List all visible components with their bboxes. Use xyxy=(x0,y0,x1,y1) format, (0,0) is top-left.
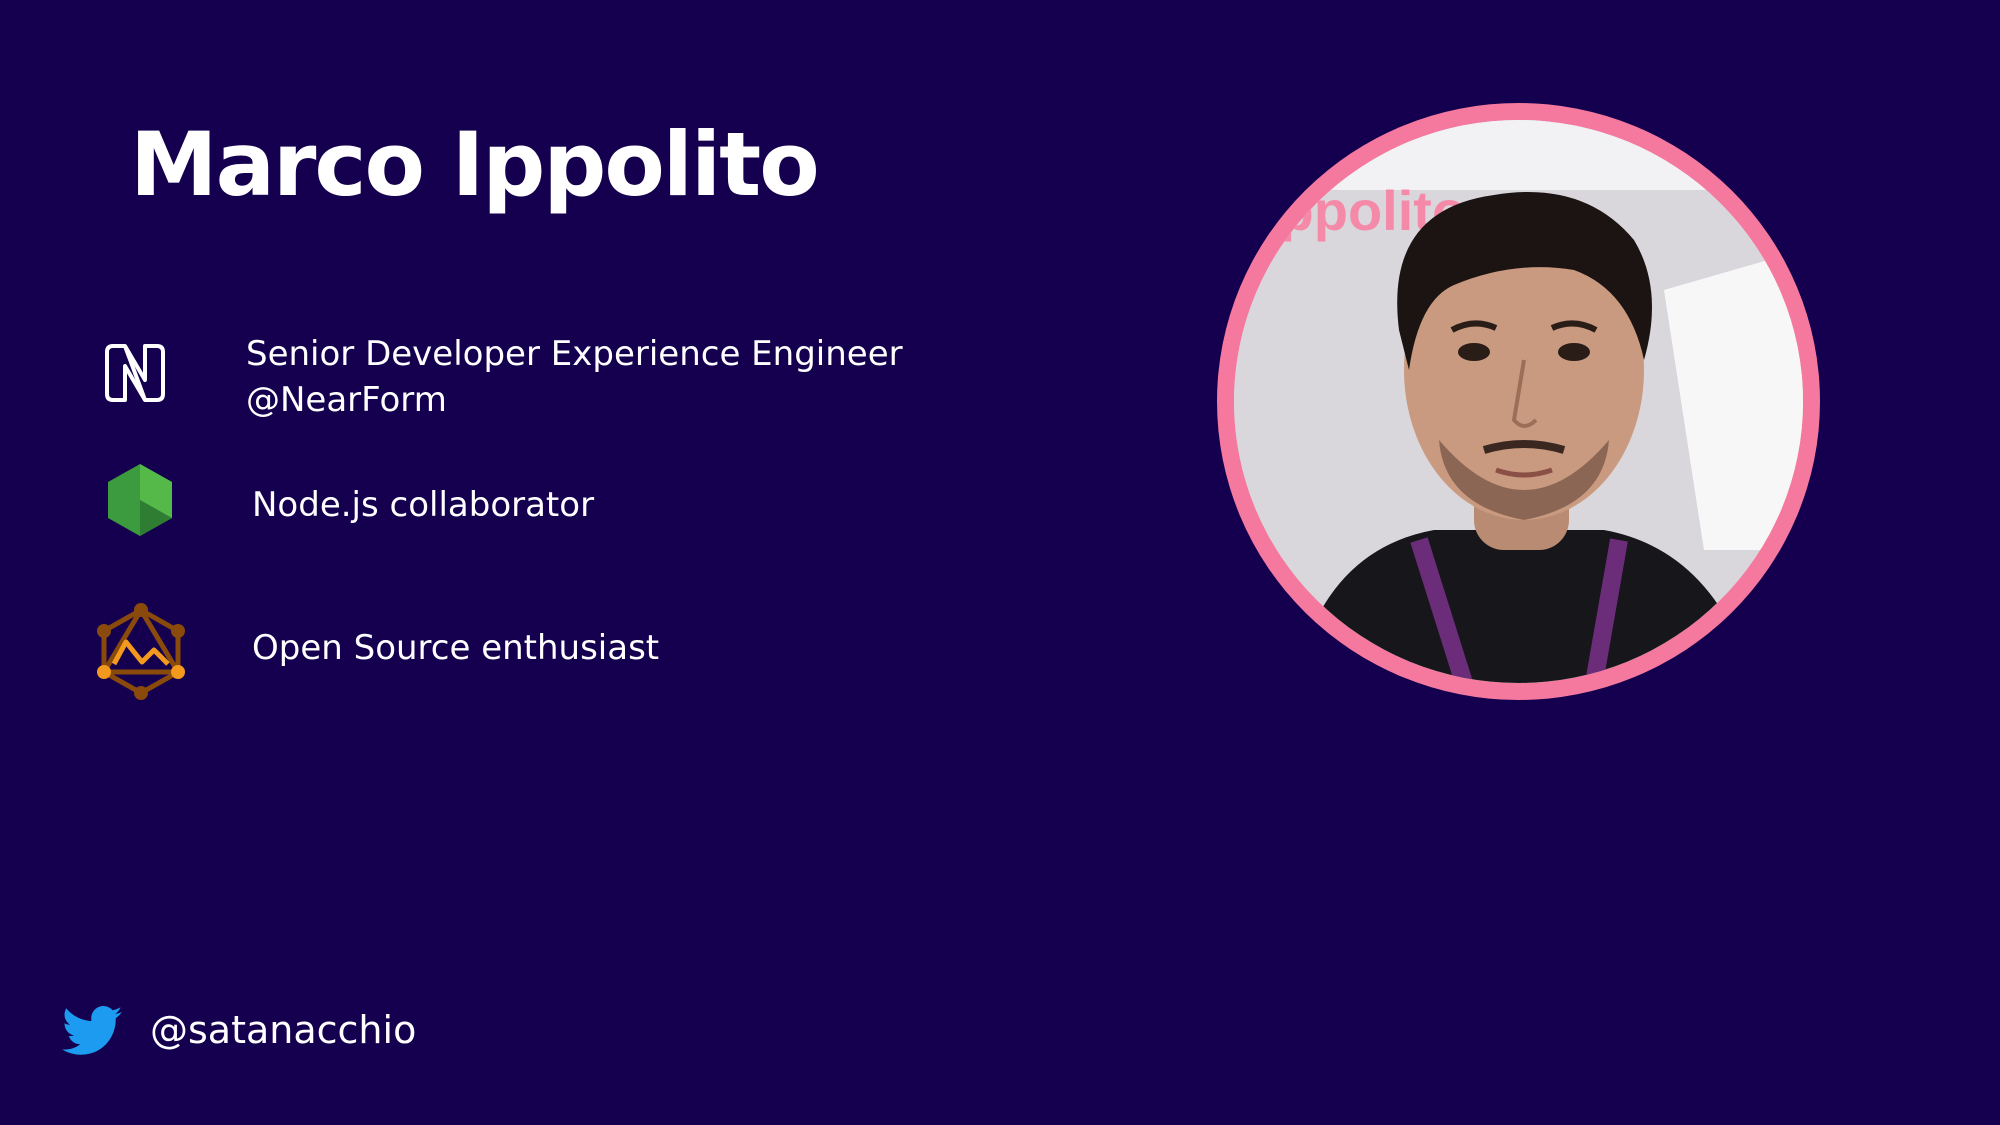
open-source-graph-icon xyxy=(97,603,185,700)
speaker-name: Marco Ippolito xyxy=(130,113,820,216)
twitter-icon xyxy=(62,1006,122,1055)
open-source-text: Open Source enthusiast xyxy=(252,628,660,668)
nodejs-logo-icon xyxy=(108,464,172,536)
nodejs-collaborator-text: Node.js collaborator xyxy=(252,485,595,525)
role-company-line: @NearForm xyxy=(246,380,447,420)
twitter-handle[interactable]: @satanacchio xyxy=(150,1005,416,1055)
role-nearform-text: Senior Developer Experience Engineer @Ne… xyxy=(246,331,903,423)
nearform-logo-icon xyxy=(105,344,165,402)
role-title-line: Senior Developer Experience Engineer xyxy=(246,334,903,374)
speaker-photo: ippolito xyxy=(1234,120,1803,683)
